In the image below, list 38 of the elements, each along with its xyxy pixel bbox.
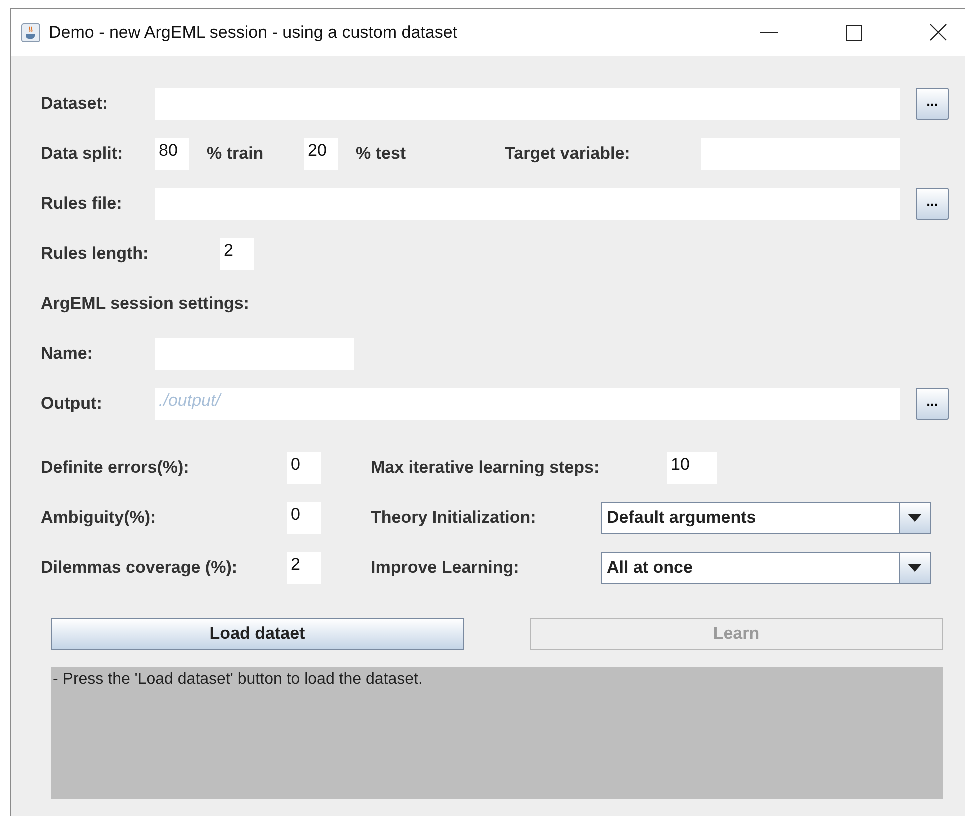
browse-button[interactable]: ... — [916, 88, 949, 120]
output-field[interactable]: ./output/ — [155, 388, 900, 420]
parameter-field[interactable]: 0 — [287, 502, 321, 534]
parameter-label: Dilemmas coverage (%): — [41, 558, 239, 578]
coffee-cup-icon — [21, 22, 41, 42]
test-label: % test — [356, 144, 408, 164]
dataset-label: Dataset: — [41, 94, 110, 114]
maximize-icon[interactable] — [846, 24, 862, 40]
browse-button[interactable]: ... — [916, 388, 949, 420]
target-variable-label: Target variable: — [505, 144, 632, 164]
steps-field[interactable]: 10 — [667, 452, 717, 484]
window-title: Demo - new ArgEML session - using a custom dataset — [49, 22, 458, 42]
train-label: % train — [207, 144, 265, 164]
section-heading: ArgEML session settings: — [41, 294, 250, 314]
caret-icon — [908, 514, 922, 522]
rules-file-label: Rules file: — [41, 194, 124, 214]
rules-length-field[interactable]: 2 — [220, 238, 254, 270]
dropdown[interactable]: All at once — [601, 552, 931, 584]
output-label: Output: — [41, 394, 104, 414]
parameter-label: Definite errors(%): — [41, 458, 190, 478]
log-message: - Press the 'Load dataset' button to load the dataset. — [53, 671, 423, 688]
dropdown[interactable]: Default arguments — [601, 502, 931, 534]
parameter-label: Theory Initialization: — [371, 508, 538, 528]
caret-icon — [908, 564, 922, 572]
train-percent-field[interactable]: 80 — [155, 138, 189, 170]
close-icon[interactable] — [930, 24, 947, 41]
parameter-label: Improve Learning: — [371, 558, 520, 578]
name-label: Name: — [41, 344, 94, 364]
rules-length-label: Rules length: — [41, 244, 150, 264]
parameter-label: Max iterative learning steps: — [371, 458, 601, 478]
action-button[interactable]: Load dataet — [51, 618, 464, 650]
parameter-field[interactable]: 2 — [287, 552, 321, 584]
parameter-field[interactable]: 0 — [287, 452, 321, 484]
parameter-label: Ambiguity(%): — [41, 508, 158, 528]
browse-button[interactable]: ... — [916, 188, 949, 220]
test-percent-field[interactable]: 20 — [304, 138, 338, 170]
minimize-icon[interactable] — [760, 32, 778, 34]
data-split-label: Data split: — [41, 144, 124, 164]
